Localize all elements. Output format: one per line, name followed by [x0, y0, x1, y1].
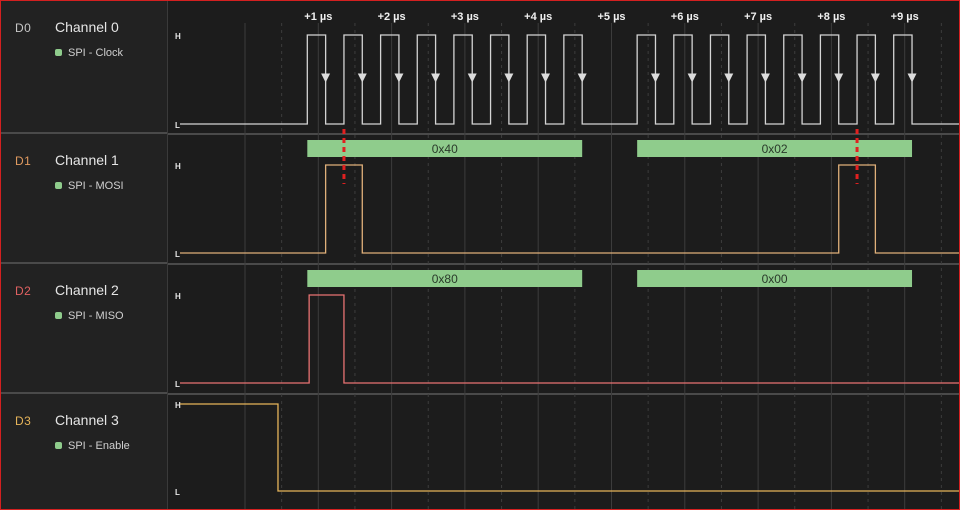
channel-row-0[interactable]: D0 Channel 0 SPI - Clock — [1, 1, 167, 134]
row-divider — [168, 263, 959, 265]
time-tick-label: +1 µs — [304, 11, 332, 23]
falling-edge-arrow-icon — [760, 73, 770, 83]
falling-edge-arrow-icon — [650, 73, 660, 83]
decode-value: 0x80 — [432, 272, 458, 286]
time-tick-label: +5 µs — [597, 11, 625, 23]
analyzer-color-dot — [55, 311, 62, 319]
time-tick-label: +4 µs — [524, 11, 552, 23]
channel-row-3[interactable]: D3 Channel 3 SPI - Enable — [1, 394, 167, 509]
decode-value: 0x40 — [432, 142, 458, 156]
decode-value: 0x02 — [762, 142, 788, 156]
falling-edge-arrow-icon — [687, 73, 697, 83]
time-tick-label: +7 µs — [744, 11, 772, 23]
analyzer-color-dot — [55, 48, 62, 56]
analyzer-color-dot — [55, 181, 62, 189]
analyzer-label-text: SPI - MOSI — [68, 180, 124, 192]
analyzer-label[interactable]: SPI - Clock — [55, 47, 123, 59]
time-tick-label: +6 µs — [671, 11, 699, 23]
falling-edge-arrow-icon — [907, 73, 917, 83]
falling-edge-arrow-icon — [870, 73, 880, 83]
channel-name[interactable]: Channel 1 — [55, 152, 119, 168]
falling-edge-arrow-icon — [357, 73, 367, 83]
falling-edge-arrow-icon — [394, 73, 404, 83]
channel-name[interactable]: Channel 3 — [55, 412, 119, 428]
analyzer-label-text: SPI - Enable — [68, 440, 130, 452]
waveform-plot[interactable]: +1 µs +2 µs +3 µs +4 µs +5 µs +6 µs +7 µs +8 µs… — [168, 1, 959, 509]
logic-analyzer-window: D0 Channel 0 SPI - Clock D1 Channel 1 SP… — [0, 0, 960, 510]
low-level-label: L — [175, 250, 180, 259]
analyzer-color-dot — [55, 441, 62, 449]
analyzer-label-text: SPI - Clock — [68, 47, 124, 59]
row-divider — [168, 133, 959, 135]
analyzer-label-text: SPI - MISO — [68, 310, 124, 322]
high-level-label: H — [175, 292, 181, 301]
channel-sidebar: D0 Channel 0 SPI - Clock D1 Channel 1 SP… — [1, 1, 168, 509]
channel-id: D1 — [15, 154, 32, 168]
channel-id: D0 — [15, 21, 32, 35]
low-level-label: L — [175, 488, 180, 497]
falling-edge-arrow-icon — [724, 73, 734, 83]
high-level-label: H — [175, 162, 181, 171]
falling-edge-arrow-icon — [504, 73, 514, 83]
low-level-label: L — [175, 121, 180, 130]
falling-edge-arrow-icon — [321, 73, 331, 83]
falling-edge-arrow-icon — [541, 73, 551, 83]
time-tick-label: +8 µs — [817, 11, 845, 23]
waveform-trace — [180, 403, 959, 492]
waveform-trace — [180, 34, 959, 125]
time-tick-label: +9 µs — [891, 11, 919, 23]
channel-name[interactable]: Channel 0 — [55, 19, 119, 35]
waveform-trace — [180, 294, 959, 384]
decode-value: 0x00 — [762, 272, 788, 286]
time-tick-label: +2 µs — [378, 11, 406, 23]
analyzer-label[interactable]: SPI - MISO — [55, 310, 124, 322]
analyzer-label[interactable]: SPI - MOSI — [55, 180, 124, 192]
low-level-label: L — [175, 380, 180, 389]
falling-edge-arrow-icon — [834, 73, 844, 83]
channel-name[interactable]: Channel 2 — [55, 282, 119, 298]
falling-edge-arrow-icon — [577, 73, 587, 83]
falling-edge-arrow-icon — [467, 73, 477, 83]
channel-row-2[interactable]: D2 Channel 2 SPI - MISO — [1, 264, 167, 394]
time-tick-label: +3 µs — [451, 11, 479, 23]
falling-edge-arrow-icon — [431, 73, 441, 83]
channel-id: D2 — [15, 284, 32, 298]
high-level-label: H — [175, 401, 181, 410]
channel-id: D3 — [15, 414, 32, 428]
waveform-trace — [180, 164, 959, 254]
row-divider — [168, 393, 959, 395]
falling-edge-arrow-icon — [797, 73, 807, 83]
analyzer-label[interactable]: SPI - Enable — [55, 440, 130, 452]
channel-row-1[interactable]: D1 Channel 1 SPI - MOSI — [1, 134, 167, 264]
high-level-label: H — [175, 32, 181, 41]
